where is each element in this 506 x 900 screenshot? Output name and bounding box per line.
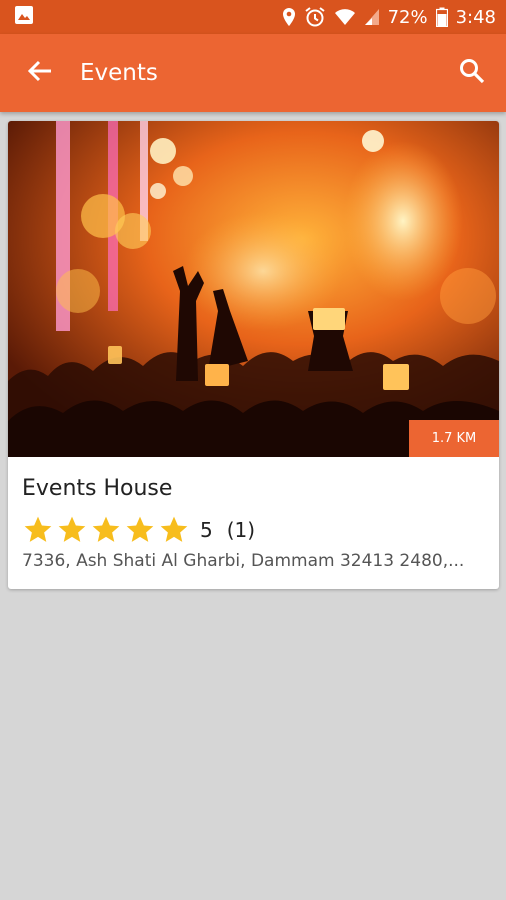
rating-value: 5: [200, 518, 213, 542]
concert-crowd-image: [8, 121, 499, 457]
app-bar: Events: [0, 34, 506, 112]
distance-badge: 1.7 KM: [409, 420, 499, 457]
back-arrow-icon: [27, 58, 53, 88]
battery-icon: [435, 7, 448, 27]
star-icon: [126, 516, 154, 542]
location-icon: [282, 7, 296, 27]
wifi-icon: [334, 7, 356, 27]
event-card[interactable]: 1.7 KM Events House 5 (1) 7336, Ash Shat…: [8, 121, 499, 589]
star-icon: [24, 516, 52, 542]
back-button[interactable]: [10, 34, 70, 112]
review-count: (1): [226, 518, 256, 542]
signal-icon: [364, 8, 380, 26]
page-title: Events: [80, 60, 158, 86]
image-notification-icon: [14, 5, 34, 29]
card-title: Events House: [22, 476, 173, 501]
star-icon: [160, 516, 188, 542]
rating-stars: [22, 514, 190, 546]
search-button[interactable]: [442, 34, 502, 112]
search-icon: [459, 58, 485, 88]
status-bar: 72% 3:48: [0, 0, 506, 34]
rating-row: 5 (1): [22, 514, 255, 546]
star-icon: [58, 516, 86, 542]
star-icon: [92, 516, 120, 542]
card-address: 7336, Ash Shati Al Gharbi, Dammam 32413 …: [22, 551, 465, 571]
battery-percentage: 72%: [387, 6, 428, 28]
status-left: [14, 5, 34, 29]
alarm-icon: [304, 6, 326, 28]
status-right: 72% 3:48: [282, 6, 496, 28]
status-time: 3:48: [455, 6, 496, 28]
